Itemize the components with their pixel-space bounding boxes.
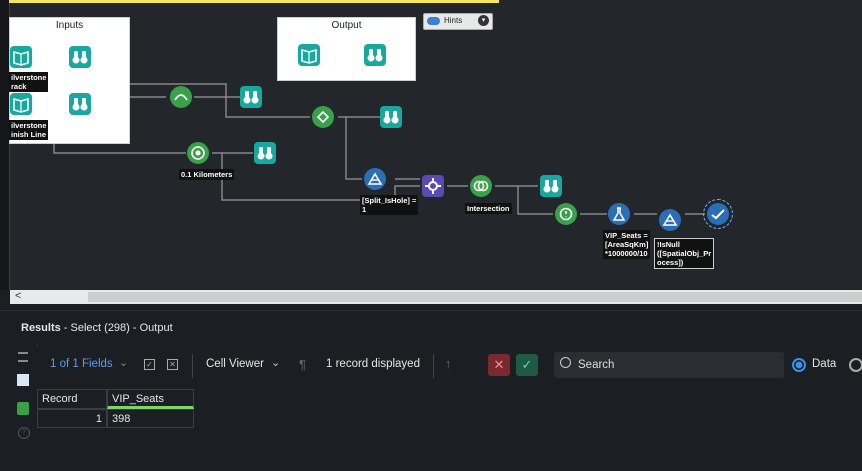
scroll-left-arrow[interactable]: < <box>15 290 21 302</box>
results-header: Results - Select (298) - Output <box>0 310 862 345</box>
toggle-icon <box>427 17 440 25</box>
buffer-icon[interactable] <box>187 142 209 164</box>
browse-binoculars-icon-5[interactable] <box>254 142 276 164</box>
search-placeholder: Search <box>578 359 615 371</box>
formula-flask-icon[interactable] <box>608 203 630 225</box>
output-container-title: Output <box>331 20 362 31</box>
hints-label: Hints <box>444 16 463 25</box>
filter2-label: !IsNull ([SpatialObj_Pr ocess]) <box>654 238 715 269</box>
browse-binoculars-icon-4[interactable] <box>380 106 402 128</box>
tool-container-gear-icon[interactable] <box>422 175 444 197</box>
output-binoculars-icon[interactable] <box>364 44 386 66</box>
fields-selector[interactable]: 1 of 1 Fields <box>50 358 113 370</box>
browse-binoculars-icon-1[interactable] <box>69 46 91 68</box>
toolbar-separator <box>433 354 434 378</box>
select-all-icon[interactable]: ✓ <box>144 359 155 370</box>
help-icon[interactable]: ? <box>18 427 30 439</box>
arrow-up-icon[interactable]: ↑ <box>445 356 452 371</box>
row-vip-seats-value[interactable]: 398 <box>107 409 194 428</box>
select-check-icon[interactable] <box>703 199 733 229</box>
browse-binoculars-icon-3[interactable] <box>240 86 262 108</box>
browse-binoculars-icon-6[interactable] <box>540 175 562 197</box>
cell-viewer-chevron-icon[interactable]: ⌄ <box>271 356 280 369</box>
data-option-label[interactable]: Data <box>812 358 836 370</box>
search-icon <box>560 357 571 368</box>
silverstone-finish-label: ilverstone inish Line <box>9 120 49 140</box>
fields-chevron-icon[interactable]: ⌄ <box>119 356 128 369</box>
hints-dropdown[interactable]: Hints ▾ <box>423 13 493 30</box>
silverstone-track-label: ilverstone rack <box>9 72 49 92</box>
input-book-icon-2[interactable] <box>10 93 32 115</box>
cell-viewer-dropdown[interactable]: Cell Viewer <box>206 358 264 370</box>
workflow-canvas[interactable]: Inputs Output Hints ▾ ilverstone rack il… <box>0 0 862 290</box>
data-icon[interactable] <box>17 402 29 415</box>
toolbar-separator <box>192 354 193 378</box>
list-icon[interactable] <box>18 352 28 362</box>
record-count: 1 record displayed <box>326 358 420 370</box>
results-toolbar: 1 of 1 Fields ⌄ ✓ ✕ Cell Viewer ⌄ ¶ 1 re… <box>37 346 862 386</box>
column-header-vip-seats[interactable]: VIP_Seats <box>107 389 194 409</box>
results-title: Results - Select (298) - Output <box>21 322 173 334</box>
close-icon[interactable]: ✕ <box>488 354 510 376</box>
scrollbar-thumb[interactable] <box>88 292 862 302</box>
formula-label: VIP_Seats = [AreaSqKm] *1000000/10 <box>603 230 651 259</box>
filter-label: [Split_IsHole] = 1 <box>360 195 419 215</box>
browse-binoculars-icon-2[interactable] <box>69 93 91 115</box>
filter-icon-1[interactable] <box>364 168 386 190</box>
metadata-radio-icon[interactable] <box>849 358 862 372</box>
buffer-label: 0.1 Kilometers <box>179 169 235 180</box>
spatial-match-icon[interactable] <box>470 175 492 197</box>
deselect-icon[interactable]: ✕ <box>167 359 178 370</box>
results-side-panel: ? <box>10 344 38 471</box>
output-book-icon[interactable] <box>298 44 320 66</box>
row-record-number: 1 <box>37 409 107 428</box>
filter-icon-2[interactable] <box>659 209 681 231</box>
pilcrow-icon[interactable]: ¶ <box>299 357 306 372</box>
results-grid: Record VIP_Seats 1 398 <box>37 386 862 471</box>
input-book-icon-1[interactable] <box>10 46 32 68</box>
intersection-label: Intersection <box>465 203 512 214</box>
check-icon[interactable]: ✓ <box>516 354 538 376</box>
inputs-container-title: Inputs <box>55 20 84 31</box>
poly-build-icon[interactable] <box>170 86 192 108</box>
data-radio-icon[interactable] <box>792 358 806 372</box>
chevron-down-icon: ▾ <box>478 15 489 26</box>
canvas-horizontal-scrollbar[interactable]: < <box>10 290 862 304</box>
search-box[interactable]: Search <box>554 352 784 378</box>
poly-split-icon[interactable] <box>312 106 334 128</box>
spatial-info-icon[interactable] <box>555 203 577 225</box>
messages-icon[interactable] <box>17 374 29 386</box>
column-header-record[interactable]: Record <box>37 389 107 409</box>
